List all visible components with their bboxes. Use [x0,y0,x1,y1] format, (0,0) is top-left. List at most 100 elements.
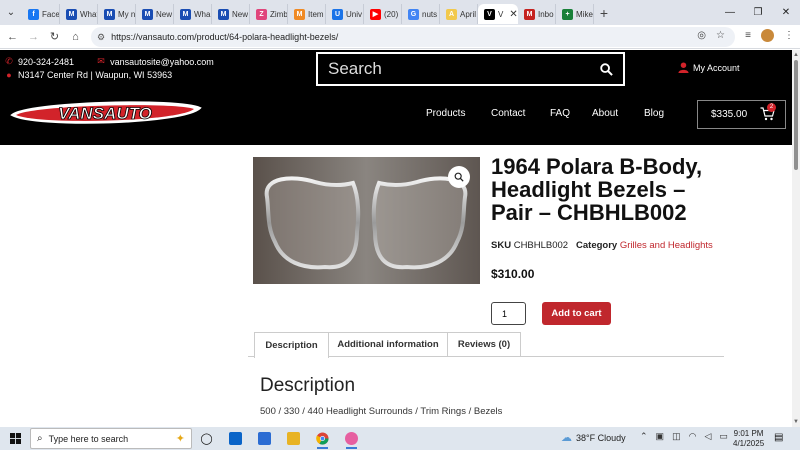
address-bar[interactable]: ⚙ https://vansauto.com/product/64-polara… [91,27,735,47]
taskbar-search[interactable]: ⌕ Type here to search ✦ [30,428,192,449]
logo-text: VANSAUTO [58,104,152,123]
network-icon[interactable]: ◫ [672,431,681,442]
browser-tab[interactable]: M Inbo [518,4,556,24]
browser-tab[interactable]: fFaceb [22,4,60,24]
site-info-icon[interactable]: ⚙ [97,32,105,43]
browser-tab[interactable]: M New [136,4,174,24]
scroll-up-icon[interactable]: ▲ [793,52,799,58]
taskbar-search-icon: ⌕ [37,433,43,444]
back-icon[interactable]: ← [2,25,23,49]
menu-kebab-icon[interactable]: ⋮ [784,30,794,41]
product-price: $310.00 [491,267,535,281]
battery-icon[interactable]: ▭ [719,431,728,442]
nav-blog[interactable]: Blog [644,108,664,119]
minimize-icon[interactable]: — [716,0,744,25]
browser-tab[interactable]: A April [440,4,478,24]
site-search [316,52,625,86]
tab-label: What [80,9,98,19]
add-to-cart-button[interactable]: Add to cart [542,302,611,325]
url-text: https://vansauto.com/product/64-polara-h… [111,32,339,42]
tab-favicon-icon: M [294,8,305,20]
file-explorer-icon[interactable] [279,427,308,450]
tray-chevron-icon[interactable]: ⌃ [640,431,648,442]
tab-label: New [232,9,249,19]
email-link[interactable]: vansautosite@yahoo.com [110,57,214,67]
browser-tab[interactable]: M My n [98,4,136,24]
phone-number[interactable]: 920-324-2481 [18,57,74,67]
search-icon[interactable] [589,54,623,84]
browser-tab[interactable]: Z Zimb [250,4,288,24]
product-title: 1964 Polara B-Body, Headlight Bezels – P… [491,154,703,225]
task-view-icon[interactable]: ◯ [192,427,221,450]
tray-app-icon[interactable]: ▣ [656,431,665,442]
product-meta: SKU CHBHLB002 Category Grilles and Headl… [491,240,713,251]
tab-label: Inbo [538,9,554,19]
tab-description[interactable]: Description [254,332,329,358]
volume-icon[interactable]: ◁ [704,431,711,442]
nav-faq[interactable]: FAQ [550,108,570,119]
category-link[interactable]: Grilles and Headlights [620,240,713,251]
outlook-icon[interactable] [221,427,250,450]
weather-widget[interactable]: ☁ 38°F Cloudy [561,431,626,444]
reload-icon[interactable]: ↻ [44,25,65,49]
tab-reviews[interactable]: Reviews (0) [447,332,521,357]
restore-icon[interactable]: ❐ [744,0,772,25]
tab-favicon-icon: M [142,8,153,20]
cart-total: $335.00 [711,109,748,120]
tab-close-icon[interactable]: ✕ [509,9,517,20]
my-account-link[interactable]: My Account [678,62,740,73]
browser-tab[interactable]: M New [212,4,250,24]
chrome-icon[interactable] [308,427,337,450]
tab-label: (20) . [384,9,402,19]
vansauto-logo[interactable]: VANSAUTO [8,98,202,128]
home-icon[interactable]: ⌂ [65,25,86,49]
bookmark-star-icon[interactable]: ☆ [716,30,725,41]
profile-avatar[interactable] [761,29,774,42]
zoom-magnifier-icon[interactable] [448,166,470,188]
tab-label: Univ [346,9,363,19]
tab-favicon-icon: M [218,8,229,20]
site-search-input[interactable] [318,59,589,79]
tab-label: Zimb [270,9,288,19]
taskbar-search-placeholder: Type here to search [48,433,129,444]
browser-tab[interactable]: M What [60,4,98,24]
browser-tab[interactable]: M Item [288,4,326,24]
browser-tab[interactable]: ▶ (20) . [364,4,402,24]
windows-start-icon[interactable] [0,427,30,450]
eye-off-icon[interactable]: ◎ [697,30,706,41]
browser-tab[interactable]: + Mike [556,4,594,24]
browser-tab[interactable]: Gnuts [402,4,440,24]
tab-label: nuts [422,9,438,19]
clock[interactable]: 9:01 PM 4/1/2025 [733,429,764,449]
tab-favicon-icon: M [524,8,535,20]
notifications-icon[interactable]: ▤ [774,432,783,443]
window-controls: — ❐ ✕ [716,0,800,25]
page-scrollbar[interactable]: ▲ ▼ [792,50,800,427]
tab-label: My n [118,9,136,19]
new-tab-button[interactable]: + [594,5,614,21]
tab-favicon-icon: M [104,8,115,20]
app-icon[interactable] [337,427,366,450]
scroll-down-icon[interactable]: ▼ [793,419,799,425]
scroll-thumb[interactable] [794,60,798,170]
product-image[interactable] [253,157,480,284]
forward-icon[interactable]: → [23,25,44,49]
nav-about[interactable]: About [592,108,618,119]
nav-products[interactable]: Products [426,108,465,119]
envelope-icon: ✉ [97,56,105,66]
tab-additional-information[interactable]: Additional information [328,332,448,357]
address-line: ● N3147 Center Rd | Waupun, WI 53963 [4,70,172,80]
browser-tab[interactable]: M Wha [174,4,212,24]
media-control-icon[interactable]: ≡ [745,30,751,41]
cart-button[interactable]: $335.00 2 [697,100,786,129]
wifi-icon[interactable]: ◠ [689,431,697,442]
close-window-icon[interactable]: ✕ [772,0,800,25]
tab-search-icon[interactable]: ⌄ [0,0,22,25]
nav-contact[interactable]: Contact [491,108,525,119]
browser-tab[interactable]: U Univ [326,4,364,24]
tab-favicon-icon: G [408,8,419,20]
store-icon[interactable] [250,427,279,450]
browser-tab[interactable]: V V ✕ [478,4,518,24]
quantity-input[interactable] [491,302,526,325]
tab-favicon-icon: A [446,8,457,20]
